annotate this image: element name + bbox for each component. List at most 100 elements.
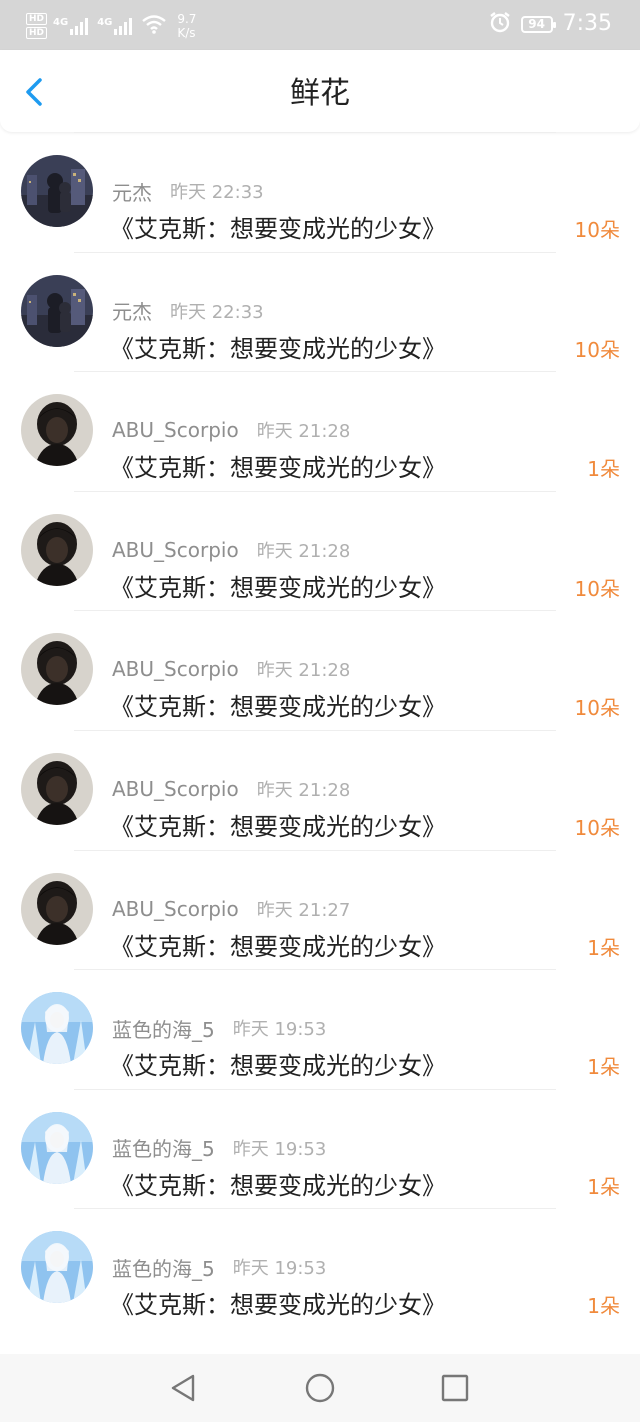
avatar[interactable] [21, 752, 93, 825]
avatar[interactable] [21, 394, 93, 467]
avatar-image [21, 155, 93, 227]
work-title[interactable]: 《艾克斯：想要变成光的少女》 [110, 334, 446, 364]
flower-count: 1朵 [587, 1294, 620, 1319]
avatar-image [21, 992, 93, 1065]
work-title[interactable]: 《艾克斯：想要变成光的少女》 [110, 812, 446, 842]
signal-2-label: 4G [97, 17, 113, 28]
hd-top-chip: HD [26, 13, 48, 25]
list-item[interactable]: ABU_Scorpio 昨天 21:28 《艾克斯：想要变成光的少女》 1朵 [0, 371, 640, 491]
user-line: 元杰 昨天 22:33 [112, 177, 264, 206]
username[interactable]: 蓝色的海_5 [112, 1014, 215, 1043]
username[interactable]: ABU_Scorpio [112, 657, 239, 681]
avatar-image [21, 872, 93, 945]
flower-count: 1朵 [587, 935, 620, 960]
timestamp: 昨天 21:28 [256, 421, 351, 443]
avatar[interactable] [21, 1231, 93, 1304]
avatar-image [21, 274, 93, 347]
status-time: 7:35 [562, 11, 612, 36]
triangle-back-icon [171, 1374, 195, 1402]
flower-count: 10朵 [574, 218, 620, 242]
nav-home-button[interactable] [302, 1370, 338, 1406]
avatar-image [21, 633, 93, 706]
list-item[interactable]: ABU_Scorpio 昨天 21:28 《艾克斯：想要变成光的少女》 10朵 [0, 729, 640, 850]
list-item[interactable]: ABU_Scorpio 昨天 21:28 《艾克斯：想要变成光的少女》 10朵 [0, 490, 640, 611]
list-item[interactable]: 元杰 昨天 22:33 《艾克斯：想要变成光的少女》 10朵 [0, 251, 640, 372]
flower-count: 1朵 [587, 1174, 620, 1199]
username[interactable]: ABU_Scorpio [112, 538, 239, 562]
flower-count: 10朵 [574, 337, 620, 362]
flower-count: 10朵 [574, 576, 620, 601]
list-item[interactable]: 蓝色的海_5 昨天 19:53 《艾克斯：想要变成光的少女》 1朵 [0, 1088, 640, 1209]
work-title[interactable]: 《艾克斯：想要变成光的少女》 [110, 692, 446, 722]
work-title[interactable]: 《艾克斯：想要变成光的少女》 [110, 1171, 446, 1201]
page-title: 鲜花 [290, 76, 350, 111]
avatar[interactable] [21, 633, 93, 706]
username[interactable]: ABU_Scorpio [112, 777, 239, 801]
avatar-image [21, 394, 93, 467]
hd-bottom-chip: HD [26, 27, 48, 39]
timestamp: 昨天 22:33 [170, 182, 264, 203]
status-right: 94 7:35 [489, 10, 612, 38]
work-title[interactable]: 《艾克斯：想要变成光的少女》 [110, 932, 446, 962]
work-title[interactable]: 《艾克斯：想要变成光的少女》 [110, 214, 446, 244]
network-speed-unit: K/s [177, 26, 196, 40]
timestamp: 昨天 21:28 [256, 540, 351, 562]
timestamp: 昨天 19:53 [232, 1258, 327, 1280]
avatar[interactable] [21, 155, 93, 227]
timestamp: 昨天 22:33 [170, 301, 264, 323]
work-title[interactable]: 《艾克斯：想要变成光的少女》 [110, 573, 446, 603]
avatar[interactable] [21, 992, 93, 1065]
timestamp: 昨天 19:53 [232, 1138, 327, 1160]
flower-list: 元杰 昨天 22:33 《艾克斯：想要变成光的少女》 10朵 元杰 昨天 22:… [0, 132, 640, 1354]
user-line: 蓝色的海_5 昨天 19:53 [112, 1135, 326, 1161]
work-title[interactable]: 《艾克斯：想要变成光的少女》 [110, 1051, 446, 1081]
avatar-image [21, 752, 93, 825]
hd-indicator: HD HD [26, 13, 48, 39]
work-title[interactable]: 《艾克斯：想要变成光的少女》 [110, 1290, 446, 1320]
username[interactable]: ABU_Scorpio [112, 897, 239, 921]
user-line: 蓝色的海_5 昨天 19:53 [112, 1014, 327, 1043]
user-line: 元杰 昨天 22:33 [112, 298, 264, 324]
avatar[interactable] [21, 274, 93, 347]
avatar[interactable] [21, 872, 93, 945]
username[interactable]: 蓝色的海_5 [112, 1253, 215, 1282]
work-title[interactable]: 《艾克斯：想要变成光的少女》 [110, 453, 446, 483]
flower-count: 10朵 [574, 815, 620, 840]
list-item[interactable]: ABU_Scorpio 昨天 21:28 《艾克斯：想要变成光的少女》 10朵 [0, 610, 640, 730]
list-item[interactable]: ABU_Scorpio 昨天 21:27 《艾克斯：想要变成光的少女》 1朵 [0, 849, 640, 970]
signal-1-icon: 4G [53, 17, 91, 35]
avatar-image [21, 1231, 93, 1304]
status-bar: HD HD 4G 4G 9.7 K/s 94 7:35 [0, 0, 640, 50]
flower-count: 1朵 [587, 1055, 620, 1080]
flower-count: 10朵 [574, 696, 620, 721]
avatar[interactable] [21, 1111, 93, 1184]
username[interactable]: 元杰 [112, 296, 152, 325]
username[interactable]: 元杰 [112, 177, 152, 206]
user-line: ABU_Scorpio 昨天 21:28 [112, 537, 350, 563]
timestamp: 昨天 21:27 [256, 899, 351, 921]
timestamp: 昨天 19:53 [232, 1019, 327, 1041]
username[interactable]: 蓝色的海_5 [112, 1133, 215, 1162]
user-line: ABU_Scorpio 昨天 21:28 [112, 656, 350, 682]
list-item[interactable]: 元杰 昨天 22:33 《艾克斯：想要变成光的少女》 10朵 [0, 132, 640, 252]
flower-count: 1朵 [587, 457, 620, 482]
timestamp: 昨天 21:28 [256, 660, 351, 682]
nav-back-button[interactable] [165, 1370, 201, 1406]
network-speed-value: 9.7 [177, 12, 197, 26]
circle-home-icon [305, 1373, 335, 1403]
timestamp: 昨天 21:28 [256, 779, 351, 801]
list-item[interactable]: 蓝色的海_5 昨天 19:53 《艾克斯：想要变成光的少女》 1朵 [0, 1208, 640, 1328]
wifi-icon [141, 14, 167, 38]
navigation-bar [0, 1354, 640, 1422]
avatar-image [21, 513, 93, 586]
avatar-image [21, 1111, 93, 1184]
nav-recent-button[interactable] [437, 1370, 473, 1406]
user-line: ABU_Scorpio 昨天 21:28 [112, 776, 350, 802]
username[interactable]: ABU_Scorpio [112, 418, 239, 442]
list-item[interactable]: 蓝色的海_5 昨天 19:53 《艾克斯：想要变成光的少女》 1朵 [0, 969, 640, 1089]
page-header: 鲜花 [0, 50, 640, 132]
battery-icon: 94 [520, 15, 556, 33]
status-left: HD HD 4G 4G 9.7 K/s [26, 12, 196, 40]
square-recent-icon [441, 1374, 469, 1402]
avatar[interactable] [21, 513, 93, 586]
